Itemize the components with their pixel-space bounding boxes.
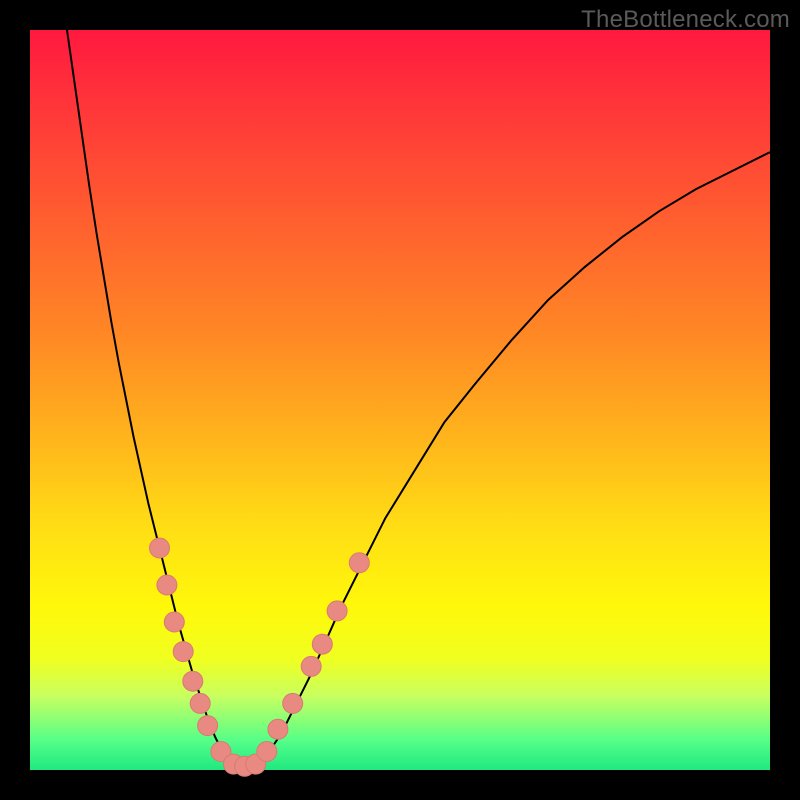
data-marker (312, 634, 332, 654)
data-marker (301, 656, 321, 676)
data-marker (190, 693, 210, 713)
data-marker (150, 538, 170, 558)
chart-svg (30, 30, 770, 770)
data-marker (257, 742, 277, 762)
bottleneck-curve (67, 30, 770, 768)
data-marker (198, 716, 218, 736)
data-marker (268, 719, 288, 739)
data-marker (173, 642, 193, 662)
data-marker (157, 575, 177, 595)
data-marker (183, 671, 203, 691)
data-marker (327, 601, 347, 621)
marker-layer (150, 538, 370, 776)
data-marker (349, 553, 369, 573)
data-marker (283, 693, 303, 713)
data-marker (164, 612, 184, 632)
